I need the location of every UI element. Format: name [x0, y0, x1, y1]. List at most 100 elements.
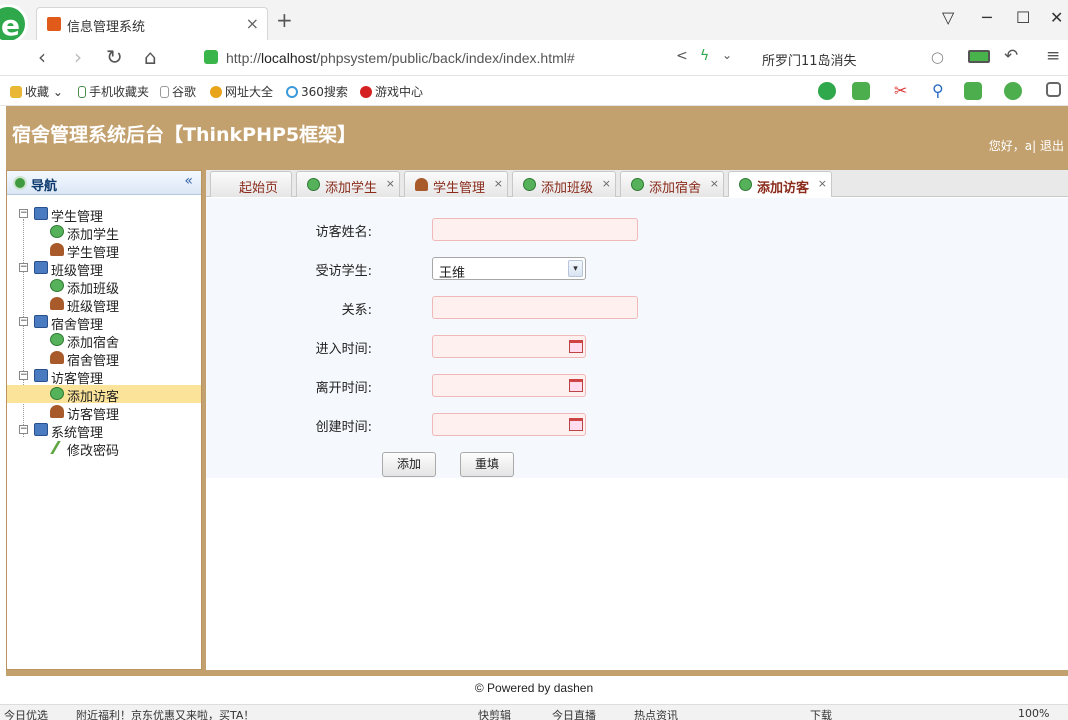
tree-group-class[interactable]: − 班级管理 — [7, 259, 201, 279]
search-box[interactable]: 所罗门11岛消失 ○ — [752, 44, 952, 72]
forward-icon[interactable]: › — [74, 45, 82, 69]
chevron-down-icon[interactable]: ▾ — [568, 260, 583, 277]
sidebar-item-add-dorm[interactable]: 添加宿舍 — [7, 331, 201, 351]
minimize-icon[interactable]: ─ — [982, 8, 992, 27]
leave-time-input[interactable] — [432, 374, 586, 397]
collapse-icon[interactable]: « — [184, 173, 193, 189]
visitor-name-label: 访客姓名: — [315, 225, 372, 240]
bookmark-mobile[interactable]: 手机收藏夹 — [78, 83, 149, 100]
status-promo[interactable]: 附近福利！京东优惠又来啦，买TA！ — [76, 707, 254, 720]
computer-icon — [34, 207, 48, 220]
chevron-down-icon[interactable]: ⌄ — [722, 48, 732, 62]
browser-statusbar: 今日优选 附近福利！京东优惠又来啦，买TA！ 快剪辑 今日直播 热点资讯 下载 … — [0, 704, 1068, 720]
tab-add-class[interactable]: 添加班级 × — [512, 171, 616, 197]
calendar-icon[interactable] — [569, 418, 583, 431]
bookmark-games[interactable]: 游戏中心 — [360, 83, 423, 100]
battery-icon[interactable] — [968, 50, 990, 63]
home-icon[interactable]: ⌂ — [144, 45, 157, 69]
sidebar-item-add-student[interactable]: 添加学生 — [7, 223, 201, 243]
tab-label: 添加班级 — [541, 181, 594, 196]
magnifier-icon[interactable]: ⚲ — [932, 82, 950, 100]
back-icon[interactable]: ‹ — [38, 45, 46, 69]
tab-student-manage[interactable]: 学生管理 × — [404, 171, 508, 197]
create-time-input[interactable] — [432, 413, 586, 436]
scissors-icon[interactable]: ✂ — [894, 82, 912, 100]
collapse-node-icon[interactable]: − — [19, 371, 28, 380]
game-controller-icon[interactable] — [964, 82, 982, 100]
sidebar-item-change-password[interactable]: 修改密码 — [7, 439, 201, 459]
bookmark-360[interactable]: 360搜索 — [286, 83, 348, 100]
calendar-icon[interactable] — [569, 379, 583, 392]
maximize-icon[interactable]: ☐ — [1016, 8, 1030, 27]
relation-input[interactable] — [432, 296, 638, 319]
sidebar-item-add-visitor[interactable]: 添加访客 — [7, 385, 201, 405]
tab-add-visitor[interactable]: 添加访客 × — [728, 171, 832, 197]
extension-translate-icon[interactable] — [852, 82, 870, 100]
sidebar-item-add-class[interactable]: 添加班级 — [7, 277, 201, 297]
reset-button[interactable]: 重填 — [460, 452, 514, 477]
search-icon[interactable]: ○ — [931, 48, 944, 66]
undo-icon[interactable]: ↶ — [1004, 46, 1018, 66]
close-tab-icon[interactable]: × — [386, 177, 395, 190]
collapse-node-icon[interactable]: − — [19, 209, 28, 218]
tree-group-student[interactable]: − 学生管理 — [7, 205, 201, 225]
lightning-icon[interactable]: ϟ — [700, 48, 709, 64]
status-news[interactable]: 热点资讯 — [634, 707, 678, 720]
collapse-node-icon[interactable]: − — [19, 317, 28, 326]
status-kuaijianji[interactable]: 快剪辑 — [478, 707, 511, 720]
calendar-icon[interactable] — [569, 340, 583, 353]
logout-link[interactable]: 退出 — [1040, 139, 1064, 153]
close-tab-icon[interactable]: × — [602, 177, 611, 190]
status-daily[interactable]: 今日优选 — [4, 707, 48, 720]
collapse-node-icon[interactable]: − — [19, 263, 28, 272]
tab-add-dorm[interactable]: 添加宿舍 × — [620, 171, 724, 197]
extension-green-icon[interactable] — [818, 82, 836, 100]
user-greeting: 您好，a| — [988, 139, 1037, 153]
browser-navbar: ‹ › ↻ ⌂ http://localhost/phpsystem/publi… — [0, 40, 1068, 76]
app-title: 宿舍管理系统后台【ThinkPHP5框架】 — [12, 124, 357, 146]
tree-group-dorm[interactable]: − 宿舍管理 — [7, 313, 201, 333]
enter-time-label: 进入时间: — [315, 342, 372, 357]
bookmark-sites[interactable]: 网址大全 — [210, 83, 273, 100]
computer-icon — [34, 261, 48, 274]
status-zoom[interactable]: 100% — [1018, 707, 1049, 720]
visitor-name-input[interactable] — [432, 218, 638, 241]
address-bar[interactable]: http://localhost/phpsystem/public/back/i… — [196, 44, 746, 72]
apps-grid-icon[interactable] — [1046, 82, 1061, 97]
refresh-icon[interactable]: ↻ — [106, 45, 123, 69]
user-area: 您好，a| 退出 — [989, 137, 1064, 154]
bookmark-favorites[interactable]: 收藏 ⌄ — [10, 83, 63, 100]
close-tab-icon[interactable]: × — [818, 177, 827, 190]
tree-group-visitor[interactable]: − 访客管理 — [7, 367, 201, 387]
enter-time-input[interactable] — [432, 335, 586, 358]
browser-tab[interactable]: 信息管理系统 × — [36, 7, 268, 40]
new-tab-icon[interactable]: + — [276, 8, 293, 32]
close-tab-icon[interactable]: × — [494, 177, 503, 190]
tree-group-system[interactable]: − 系统管理 — [7, 421, 201, 441]
tab-add-student[interactable]: 添加学生 × — [296, 171, 400, 197]
close-tab-icon[interactable]: × — [246, 14, 259, 33]
close-window-icon[interactable]: ✕ — [1050, 8, 1063, 27]
shirt-icon[interactable]: ▽ — [942, 8, 954, 27]
add-button[interactable]: 添加 — [382, 452, 436, 477]
address-url: http://localhost/phpsystem/public/back/i… — [226, 50, 575, 66]
status-live[interactable]: 今日直播 — [552, 707, 596, 720]
bookmark-google[interactable]: 谷歌 — [160, 83, 196, 100]
status-download[interactable]: 下载 — [810, 707, 832, 720]
share-icon[interactable]: < — [676, 48, 688, 64]
user-icon — [415, 178, 428, 191]
create-time-label: 创建时间: — [315, 420, 372, 435]
sidebar-item-class-manage[interactable]: 班级管理 — [7, 295, 201, 315]
student-select[interactable]: 王维 ▾ — [432, 257, 586, 281]
close-tab-icon[interactable]: × — [710, 177, 719, 190]
leave-time-label: 离开时间: — [315, 381, 372, 396]
collapse-node-icon[interactable]: − — [19, 425, 28, 434]
user-icon — [50, 351, 64, 364]
user-icon — [50, 243, 64, 256]
sidebar-item-visitor-manage[interactable]: 访客管理 — [7, 403, 201, 423]
sidebar-item-dorm-manage[interactable]: 宿舍管理 — [7, 349, 201, 369]
money-icon[interactable] — [1004, 82, 1022, 100]
tab-home[interactable]: 起始页 — [210, 171, 292, 197]
sidebar-item-student-manage[interactable]: 学生管理 — [7, 241, 201, 261]
menu-icon[interactable]: ≡ — [1046, 46, 1060, 66]
